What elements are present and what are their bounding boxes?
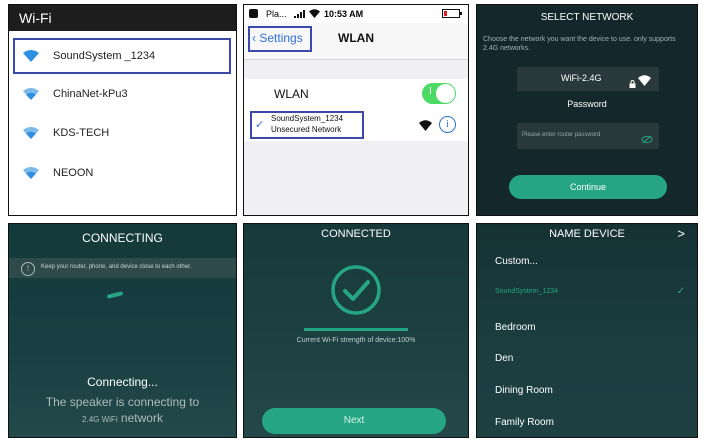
network-item-neoon[interactable]: NEOON (9, 154, 236, 192)
wifi-network-selector[interactable]: WiFi-2.4G (517, 67, 659, 91)
network-subtitle: Unsecured Network (271, 125, 342, 134)
network-name: ChinaNet-kPu3 (53, 88, 128, 100)
selected-check-icon: ✓ (676, 286, 685, 297)
wlan-toggle[interactable]: I (422, 83, 456, 104)
status-wifi-icon (309, 9, 320, 20)
wifi-name: WiFi-2.4G (561, 73, 602, 83)
list-item-custom[interactable]: Custom... (495, 256, 538, 267)
eye-slash-icon[interactable] (641, 131, 653, 149)
toggle-knob (436, 84, 455, 103)
signal-strength-text: Current Wi-Fi strength of device:100% (296, 337, 416, 344)
status-bar: Pla... 10:53 AM (244, 5, 468, 23)
wifi-signal-icon (9, 88, 53, 100)
network-name: NEOON (53, 167, 94, 179)
password-field[interactable]: Please enter router password (517, 123, 659, 149)
description: Choose the network you want the device t… (483, 36, 676, 52)
wifi-title: Wi-Fi (9, 5, 236, 31)
wifi-signal-icon (419, 118, 432, 136)
list-item-soundsystem[interactable]: SoundSystem_1234 (495, 288, 558, 295)
continue-button[interactable]: Continue (509, 175, 667, 199)
page-title: CONNECTING (82, 231, 163, 245)
status-time: 10:53 AM (324, 9, 364, 19)
signal-bars-icon (294, 10, 306, 20)
password-label: Password (567, 99, 607, 109)
nav-title: WLAN (338, 31, 374, 45)
battery-icon (442, 9, 462, 20)
loading-spinner-icon (106, 291, 124, 299)
tip-text: Keep your router, phone, and device clos… (41, 264, 192, 270)
selection-highlight (13, 38, 231, 74)
android-wifi-panel: Wi-Fi SoundSystem _1234 ChinaNet-kPu3 KD… (8, 4, 237, 216)
page-title: SELECT NETWORK (540, 12, 634, 23)
connecting-status: Connecting... (87, 375, 158, 389)
wifi-signal-icon (638, 73, 651, 91)
toggle-on-indicator: I (429, 86, 432, 97)
list-item-dining-room[interactable]: Dining Room (495, 385, 553, 396)
connecting-message-line1: The speaker is connecting to (45, 395, 200, 409)
navigation-bar: ‹ Settings WLAN (244, 23, 468, 60)
signal-strength-bar (304, 328, 408, 331)
app-badge-icon (249, 9, 258, 18)
network-name: KDS-TECH (53, 127, 110, 139)
page-title: CONNECTED (321, 228, 391, 240)
next-arrow-icon[interactable]: > (677, 226, 685, 241)
page-title: NAME DEVICE (549, 228, 625, 240)
network-item-chinanet[interactable]: ChinaNet-kPu3 (9, 75, 236, 113)
network-item-kds-tech[interactable]: KDS-TECH (9, 114, 236, 152)
network-word: network (117, 411, 163, 425)
list-item-family-room[interactable]: Family Room (495, 417, 554, 428)
next-button[interactable]: Next (262, 408, 446, 434)
wlan-label: WLAN (274, 87, 309, 101)
success-check-icon (331, 265, 381, 315)
list-item-bedroom[interactable]: Bedroom (495, 322, 536, 333)
checkmark-icon: ✓ (255, 119, 265, 131)
wifi-signal-icon (9, 127, 53, 139)
connecting-message-line2: 2.4G WiFi network (9, 411, 236, 425)
wifi-signal-icon (9, 167, 53, 179)
alert-icon: ! (21, 262, 35, 276)
ios-wlan-panel: Pla... 10:53 AM ‹ Settings WLAN WLAN I ✓… (243, 4, 469, 216)
lock-icon (629, 75, 636, 93)
network-name: SoundSystem_1234 (271, 114, 344, 123)
tip-bar: ! Keep your router, phone, and device cl… (9, 258, 236, 278)
carrier-label: Pla... (266, 9, 287, 19)
connected-panel: CONNECTED Current Wi-Fi strength of devi… (243, 223, 469, 438)
band-label: 2.4G WiFi (82, 415, 118, 424)
connected-network-row[interactable]: ✓ SoundSystem_1234 Unsecured Network i (244, 109, 468, 141)
info-button[interactable]: i (439, 116, 456, 133)
name-device-panel: NAME DEVICE > Custom... SoundSystem_1234… (476, 223, 698, 438)
list-item-den[interactable]: Den (495, 353, 513, 364)
password-placeholder: Please enter router password (522, 132, 601, 138)
select-network-panel: SELECT NETWORK Choose the network you wa… (476, 4, 698, 216)
wlan-toggle-row: WLAN I (244, 79, 468, 110)
connecting-panel: CONNECTING ! Keep your router, phone, an… (8, 223, 237, 438)
